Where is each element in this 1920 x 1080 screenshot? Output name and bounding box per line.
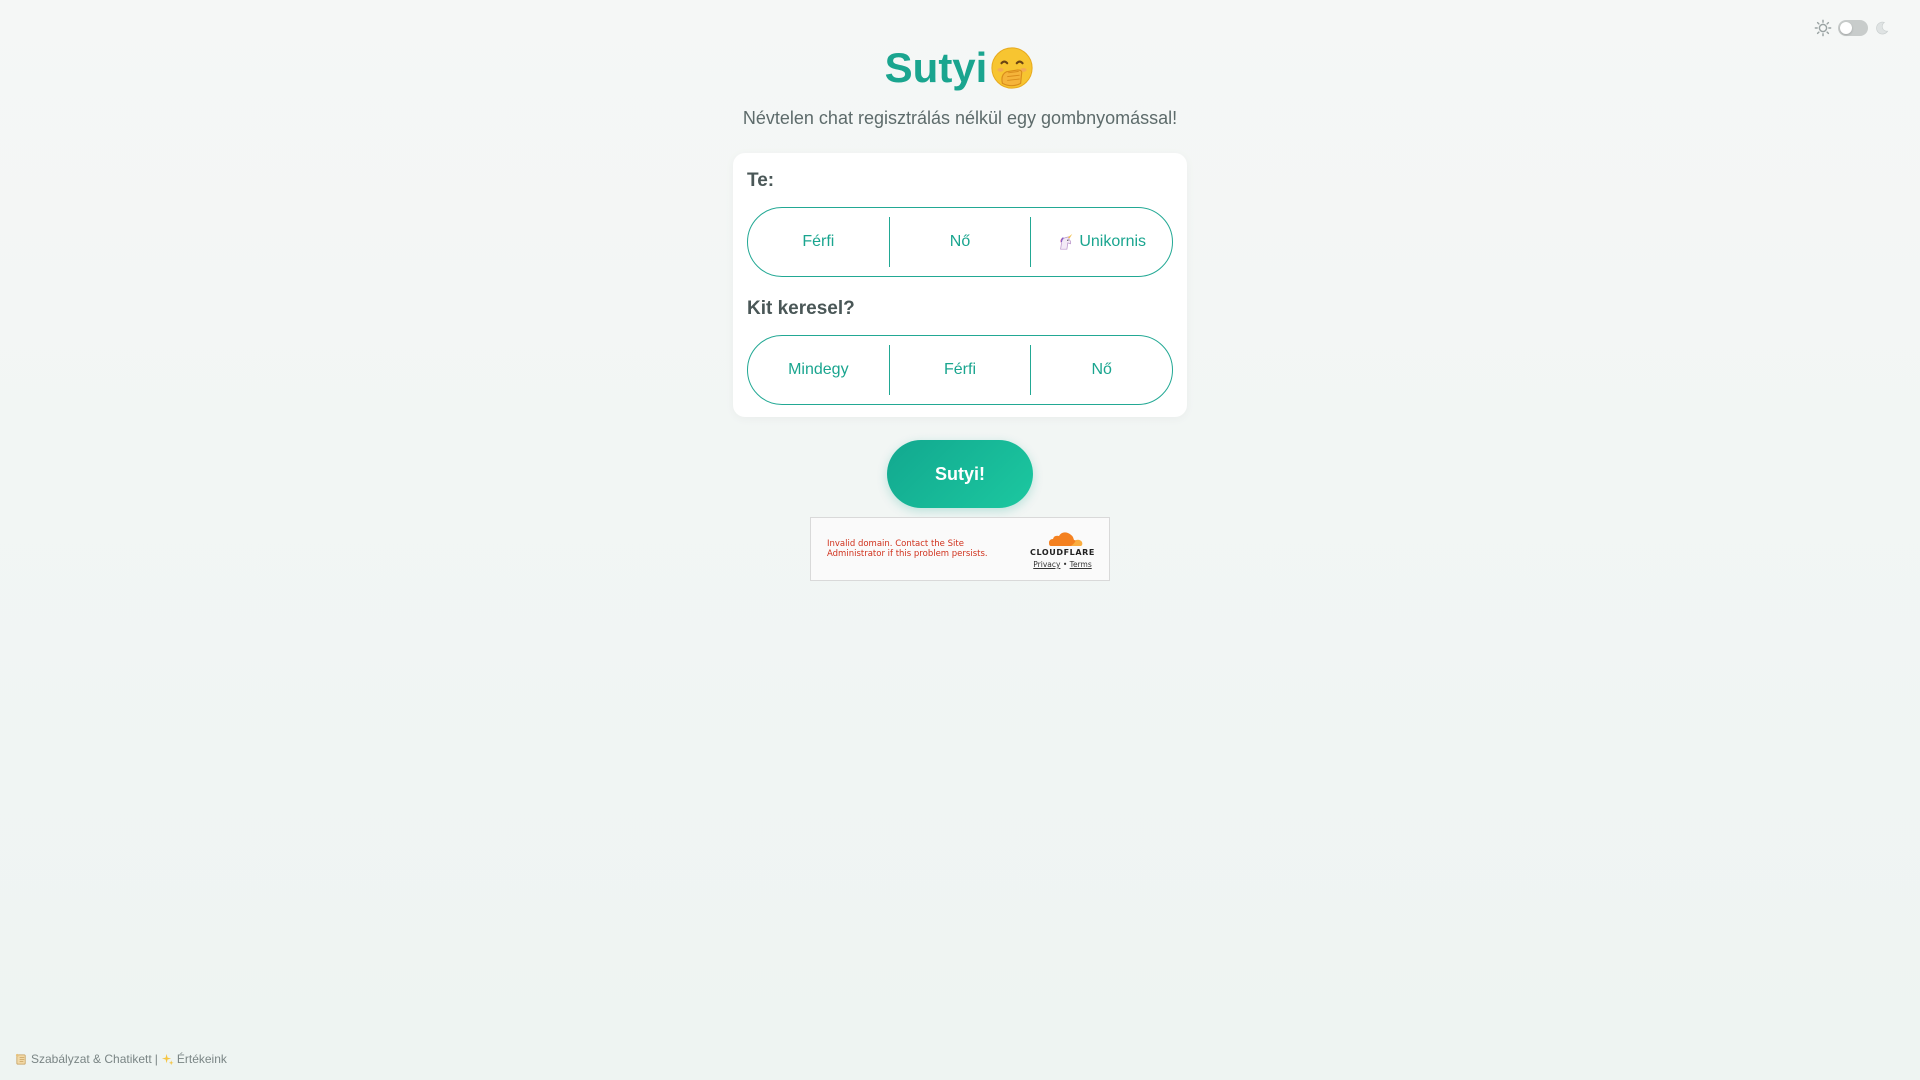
- theme-switch[interactable]: [1838, 20, 1868, 36]
- captcha-privacy-link[interactable]: Privacy: [1033, 560, 1060, 569]
- captcha-widget: Invalid domain. Contact the Site Adminis…: [810, 517, 1110, 581]
- seek-gender-label: Kit keresel?: [747, 298, 855, 319]
- page-subtitle: Névtelen chat regisztrálás nélkül egy go…: [742, 108, 1178, 128]
- captcha-terms-link[interactable]: Terms: [1070, 560, 1092, 569]
- theme-switch-knob: [1840, 22, 1852, 34]
- seek-option-label: Nő: [1091, 361, 1112, 378]
- footer: Szabályzat & Chatikett | Értékeink: [15, 1052, 227, 1066]
- header: Sutyi Névtelen chat regisztrálás nélkül …: [0, 40, 1920, 129]
- captcha-links: Privacy • Terms: [1033, 560, 1091, 569]
- captcha-branding: CLOUDFLARE Privacy • Terms: [1030, 529, 1095, 569]
- self-gender-label: Te:: [747, 170, 775, 191]
- self-gender-selector: Férfi Nő Unikornis: [747, 207, 1173, 277]
- captcha-links-separator: •: [1062, 560, 1068, 569]
- seek-option-ferfi[interactable]: Férfi: [888, 345, 1031, 395]
- sun-icon: [1814, 19, 1832, 37]
- cloudflare-wordmark: CLOUDFLARE: [1030, 548, 1095, 557]
- hand-over-mouth-emoji-icon: [991, 47, 1033, 89]
- rules-link[interactable]: Szabályzat & Chatikett: [31, 1052, 152, 1066]
- footer-separator: |: [154, 1052, 158, 1066]
- page-title-text: Sutyi: [884, 44, 988, 91]
- scroll-icon: [15, 1053, 26, 1065]
- self-option-ferfi[interactable]: Férfi: [748, 217, 889, 267]
- self-option-unikornis[interactable]: Unikornis: [1030, 217, 1172, 267]
- self-option-label: Nő: [949, 233, 971, 250]
- self-option-label: Unikornis: [1079, 233, 1147, 250]
- unicorn-icon: [1060, 233, 1073, 250]
- sparkles-icon: [161, 1053, 174, 1065]
- seek-option-no[interactable]: Nő: [1030, 345, 1172, 395]
- self-option-label: Férfi: [802, 233, 835, 250]
- start-chat-button[interactable]: Sutyi!: [887, 440, 1033, 508]
- cloudflare-logo: CLOUDFLARE: [1030, 529, 1095, 557]
- values-link[interactable]: Értékeink: [177, 1052, 227, 1066]
- cloud-icon: [1048, 532, 1082, 546]
- seek-gender-selector: Mindegy Férfi Nő: [747, 335, 1173, 405]
- preferences-card: Te: Férfi Nő Unikornis Kit keresel? Mind…: [733, 153, 1187, 417]
- theme-toggle: [1814, 19, 1890, 37]
- seek-option-label: Férfi: [944, 361, 976, 378]
- seek-option-mindegy[interactable]: Mindegy: [748, 345, 889, 395]
- moon-icon: [1876, 21, 1889, 35]
- self-option-no[interactable]: Nő: [888, 217, 1031, 267]
- captcha-error-message: Invalid domain. Contact the Site Adminis…: [827, 539, 988, 559]
- page-title: Sutyi: [885, 40, 1036, 96]
- seek-option-label: Mindegy: [788, 361, 849, 378]
